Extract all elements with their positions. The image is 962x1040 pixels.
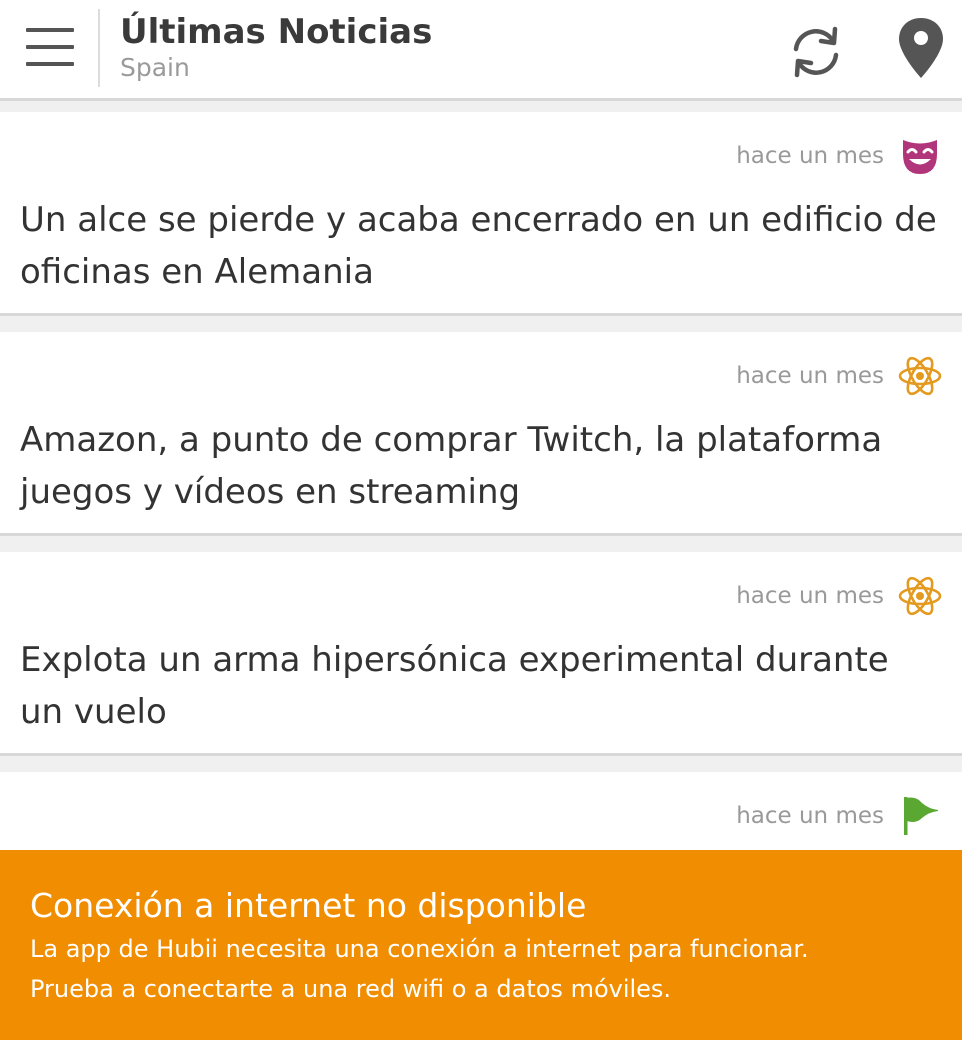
app-header: Últimas Noticias Spain [0,0,962,101]
atom-science-icon [898,354,942,398]
news-card[interactable]: hace un mes Un alce se pierde y acaba en… [0,112,962,316]
hamburger-menu-icon[interactable] [26,28,74,68]
comedy-mask-icon [898,134,942,178]
offline-message-line-2: Prueba a conectarte a una red wifi o a d… [30,975,672,1003]
news-meta: hace un mes [736,356,942,396]
menu-bar [26,28,74,32]
offline-message-line-1: La app de Hubii necesita una conexión a … [30,935,809,963]
news-headline: Un alce se pierde y acaba encerrado en u… [20,200,937,292]
news-time: hace un mes [736,363,884,389]
news-card[interactable]: hace un mes Amazon, a punto de comprar T… [0,332,962,536]
flag-icon [898,794,942,838]
news-time: hace un mes [736,143,884,169]
news-headline: Explota un arma hipersónica experimental… [20,640,889,732]
menu-bar [26,45,74,49]
atom-science-icon [898,574,942,618]
news-meta: hace un mes [736,796,942,836]
offline-banner: Conexión a internet no disponible La app… [0,850,962,1040]
news-card[interactable]: hace un mes Explota un arma hipersónica … [0,552,962,756]
news-headline: Amazon, a punto de comprar Twitch, la pl… [20,420,883,512]
news-time: hace un mes [736,583,884,609]
refresh-icon[interactable] [786,22,846,82]
page-title: Últimas Noticias [120,12,433,52]
menu-bar [26,62,74,66]
page-subtitle-region: Spain [120,53,190,82]
offline-title: Conexión a internet no disponible [30,886,587,925]
news-meta: hace un mes [736,576,942,616]
location-pin-icon[interactable] [897,16,945,80]
title-block: Últimas Noticias Spain [120,10,432,84]
news-meta: hace un mes [736,136,942,176]
news-time: hace un mes [736,803,884,829]
header-divider [98,9,100,87]
